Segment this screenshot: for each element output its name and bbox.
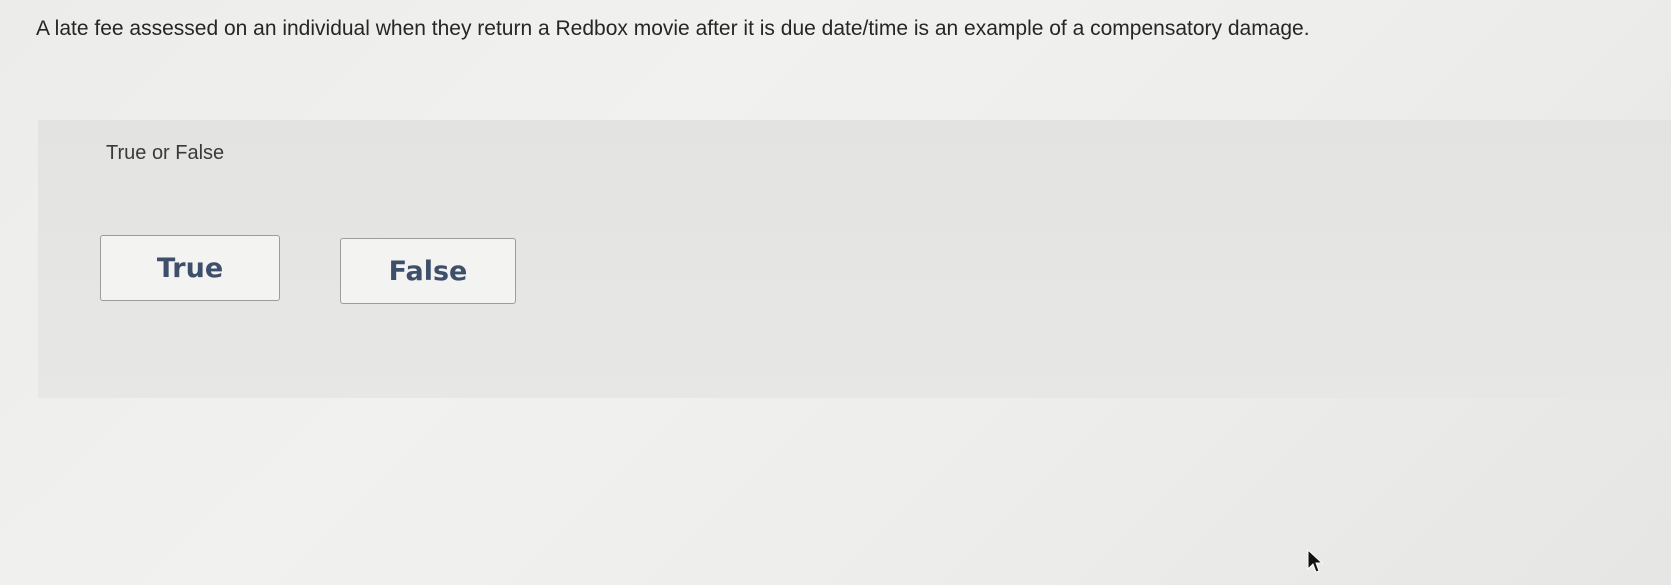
question-type-label: True or False bbox=[106, 142, 225, 164]
question-text: A late fee assessed on an individual whe… bbox=[36, 17, 1310, 40]
answer-panel: True or False True False bbox=[38, 120, 1671, 398]
mouse-pointer-icon bbox=[1307, 549, 1324, 573]
false-button[interactable]: False bbox=[340, 238, 516, 304]
true-button[interactable]: True bbox=[100, 235, 280, 301]
